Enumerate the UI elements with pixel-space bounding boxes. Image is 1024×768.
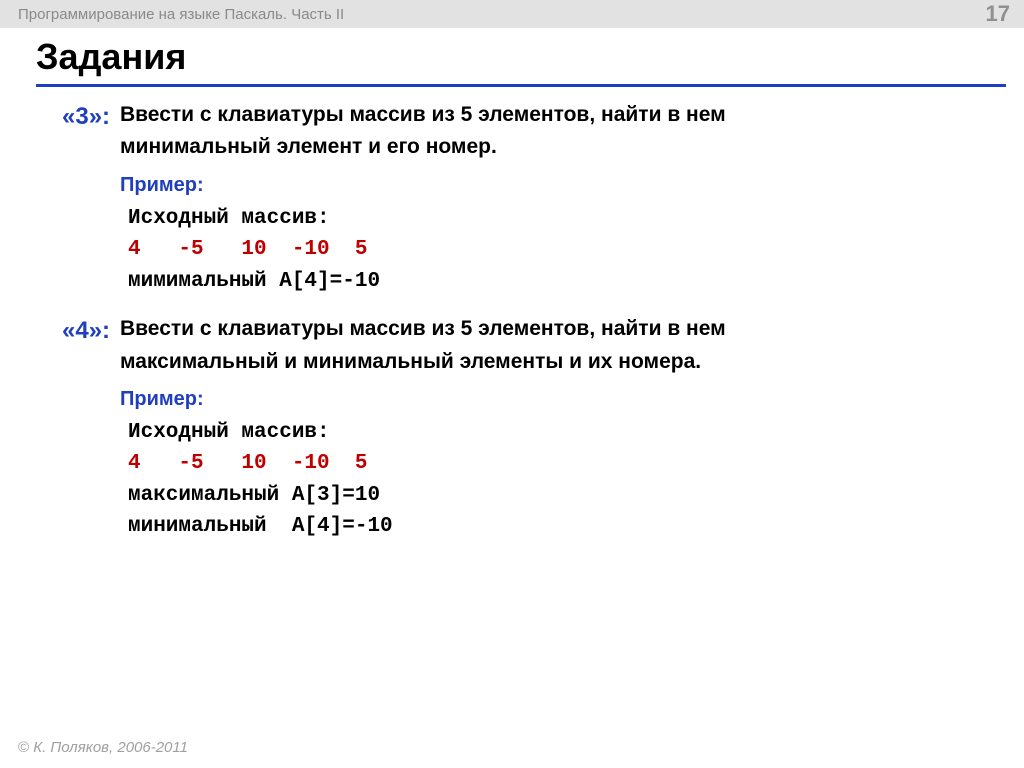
task-text-line2: максимальный и минимальный элементы и их…: [120, 348, 978, 376]
task-text-line1: Ввести с клавиатуры массив из 5 элементо…: [120, 315, 978, 343]
code-result-max: максимальный A[3]=10: [128, 484, 380, 507]
code-block: Исходный массив: 4 -5 10 -10 5 максималь…: [128, 417, 978, 543]
task-text-line2: минимальный элемент и его номер.: [120, 133, 978, 161]
task-head: «4»: Ввести с клавиатуры массив из 5 эле…: [62, 315, 978, 347]
author-credit: К. Поляков, 2006-2011: [29, 739, 188, 756]
code-array-label: Исходный массив:: [128, 207, 330, 230]
grade-label: «3»:: [62, 101, 120, 133]
page-title: Задания: [36, 36, 1024, 78]
footer: © К. Поляков, 2006-2011: [18, 739, 188, 756]
code-result-min: мимимальный A[4]=-10: [128, 270, 380, 293]
grade-label: «4»:: [62, 315, 120, 347]
content: «3»: Ввести с клавиатуры массив из 5 эле…: [0, 87, 1024, 543]
code-array-values: 4 -5 10 -10 5: [128, 452, 367, 475]
copyright-symbol: ©: [18, 739, 29, 756]
task-head: «3»: Ввести с клавиатуры массив из 5 эле…: [62, 101, 978, 133]
code-block: Исходный массив: 4 -5 10 -10 5 мимимальн…: [128, 203, 978, 298]
code-array-label: Исходный массив:: [128, 421, 330, 444]
header-bar: Программирование на языке Паскаль. Часть…: [0, 0, 1024, 28]
code-array-values: 4 -5 10 -10 5: [128, 238, 367, 261]
course-title: Программирование на языке Паскаль. Часть…: [18, 6, 344, 23]
title-wrap: Задания: [0, 28, 1024, 82]
page-number: 17: [986, 1, 1010, 27]
example-label: Пример:: [120, 172, 978, 199]
example-label: Пример:: [120, 386, 978, 413]
task-3: «3»: Ввести с клавиатуры массив из 5 эле…: [62, 101, 978, 297]
code-result-min: минимальный A[4]=-10: [128, 515, 393, 538]
task-4: «4»: Ввести с клавиатуры массив из 5 эле…: [62, 315, 978, 543]
task-text-line1: Ввести с клавиатуры массив из 5 элементо…: [120, 101, 978, 129]
